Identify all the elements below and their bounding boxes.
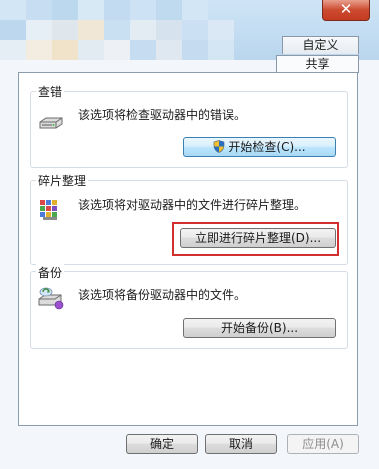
start-check-label: 开始检查(C)... [228, 140, 306, 154]
backup-description: 该选项将备份驱动器中的文件。 [78, 288, 247, 302]
start-check-button[interactable]: 开始检查(C)... [183, 137, 336, 157]
defrag-icon [37, 197, 63, 226]
check-group-label: 查错 [36, 83, 65, 100]
ok-button[interactable]: 确定 [126, 434, 198, 454]
check-description: 该选项将检查驱动器中的错误。 [78, 108, 247, 122]
backup-group-label: 备份 [36, 264, 65, 281]
tab-share[interactable]: 共享 [276, 55, 359, 73]
cancel-button[interactable]: 取消 [205, 434, 277, 454]
defrag-now-button[interactable]: 立即进行碎片整理(D)... [180, 228, 336, 248]
backup-icon [37, 287, 65, 314]
blurred-title-mosaic [0, 0, 260, 60]
start-backup-button[interactable]: 开始备份(B)... [183, 318, 336, 338]
defrag-group-label: 碎片整理 [36, 172, 89, 189]
tab-custom[interactable]: 自定义 [282, 36, 359, 54]
shield-icon [213, 140, 225, 158]
apply-button[interactable]: 应用(A) [287, 434, 359, 454]
close-icon: ✕ [339, 0, 353, 18]
close-button[interactable]: ✕ [322, 0, 370, 21]
defrag-description: 该选项将对驱动器中的文件进行碎片整理。 [78, 198, 307, 212]
drive-icon [38, 112, 64, 137]
